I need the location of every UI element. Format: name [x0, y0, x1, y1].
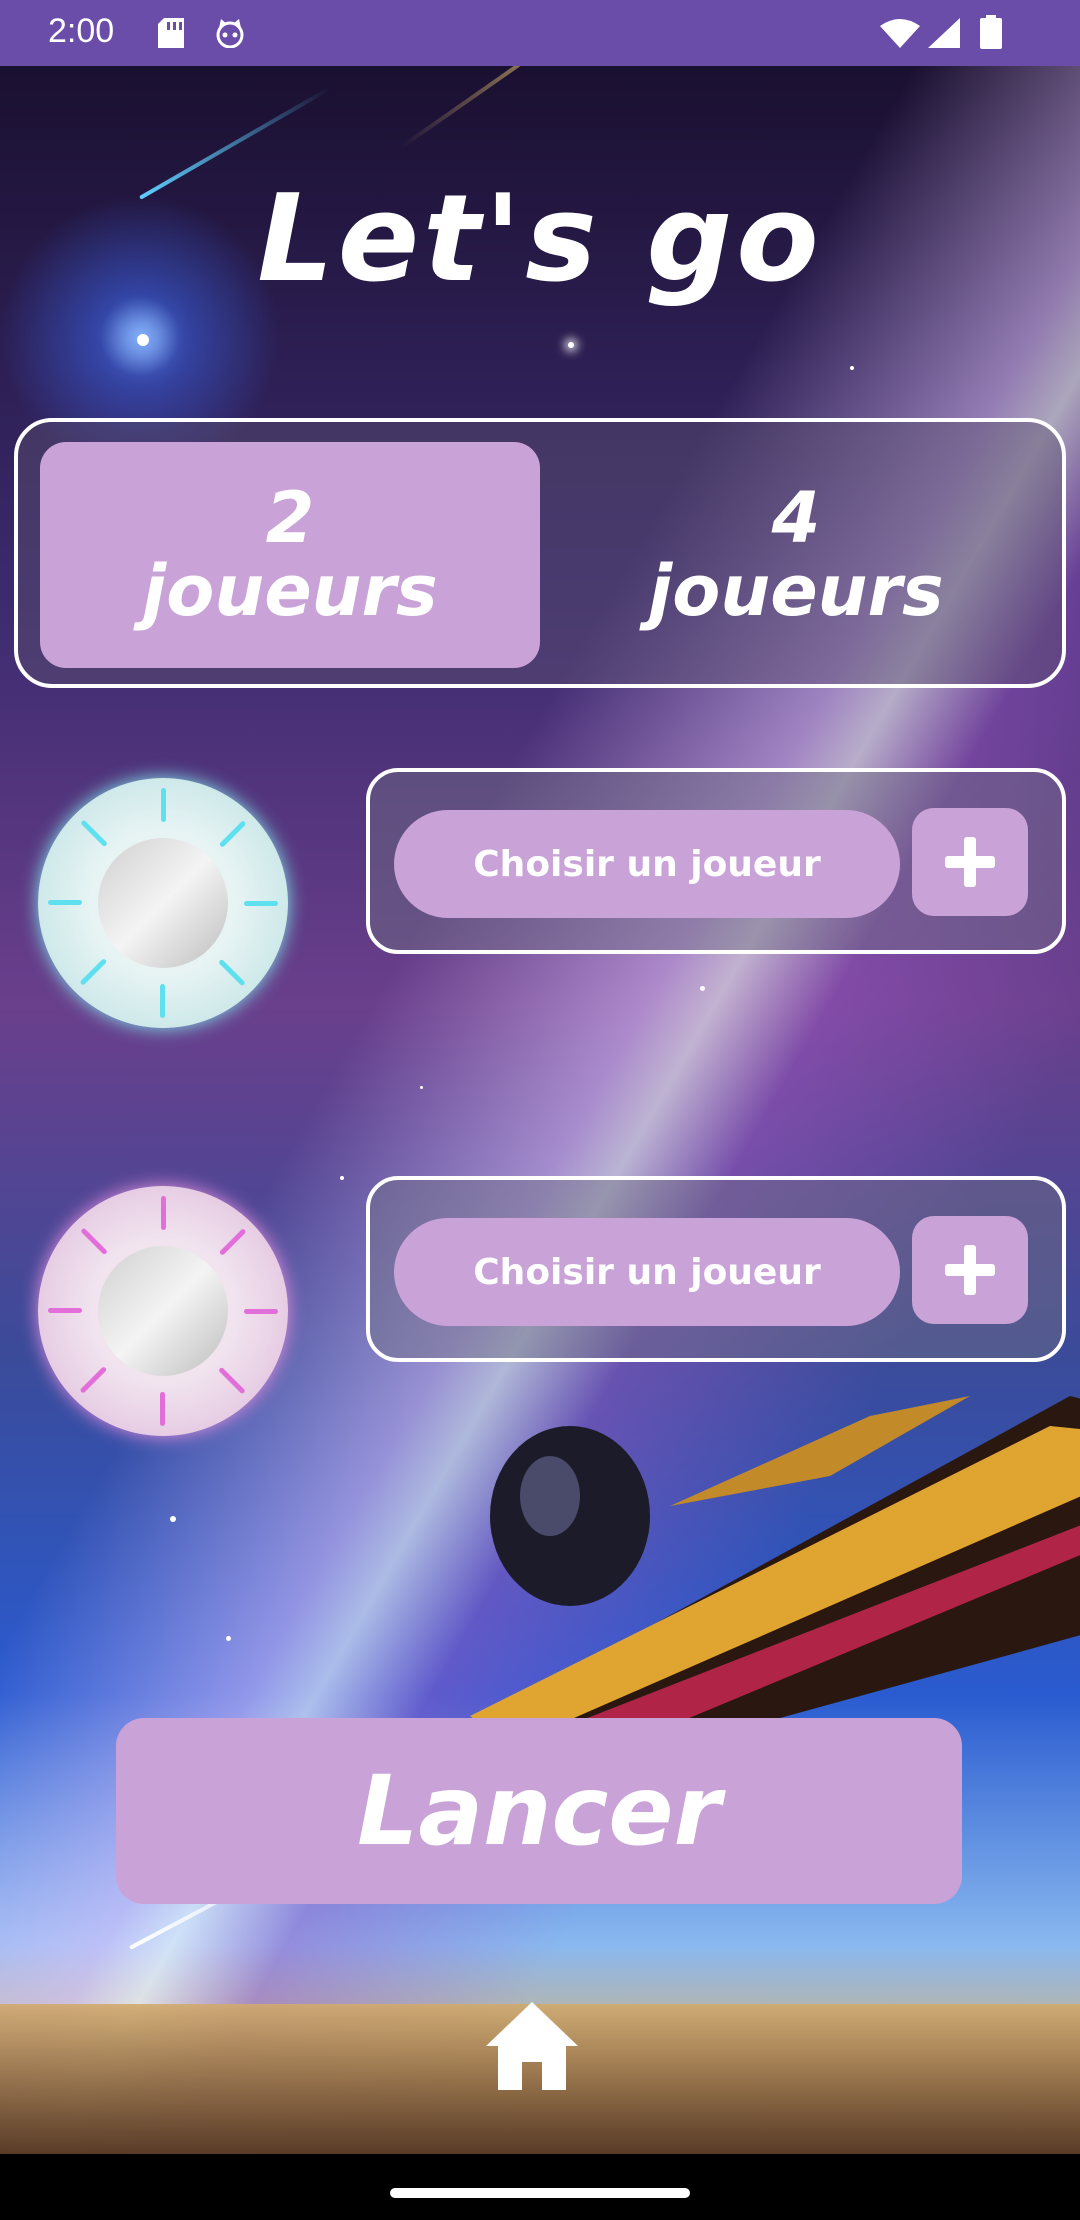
player-2-avatar — [38, 1186, 288, 1436]
signal-icon — [928, 18, 960, 48]
spaceship-illustration — [450, 1396, 1080, 1776]
player-1-avatar — [38, 778, 288, 1028]
wifi-icon — [880, 19, 920, 48]
player-1-slot: Choisir un joueur — [366, 768, 1066, 954]
navigation-bar — [0, 2154, 1080, 2220]
player-2-slot: Choisir un joueur — [366, 1176, 1066, 1362]
page-title: Let's go — [257, 170, 823, 309]
player-1-add-button[interactable] — [912, 808, 1028, 916]
home-gesture-handle[interactable] — [390, 2188, 690, 2198]
cat-icon — [216, 19, 244, 48]
status-time: 2:00 — [48, 12, 115, 50]
player-count-selector: 2 joueurs 4 joueurs — [14, 418, 1066, 688]
two-players-number: 2 — [265, 476, 315, 559]
player-1-choose-button[interactable]: Choisir un joueur — [394, 810, 900, 918]
four-players-label: joueurs — [648, 550, 944, 632]
player-2-choose-button[interactable]: Choisir un joueur — [394, 1218, 900, 1326]
status-bar: 2:00 — [0, 0, 1080, 66]
plus-icon — [945, 1245, 995, 1295]
sd-card-icon — [158, 18, 184, 48]
player-2-add-button[interactable] — [912, 1216, 1028, 1324]
four-players-option[interactable]: 4 joueurs — [546, 442, 1046, 668]
plus-icon — [945, 837, 995, 887]
four-players-number: 4 — [771, 476, 821, 559]
home-icon[interactable] — [484, 1998, 580, 2094]
battery-icon — [980, 15, 1002, 49]
two-players-label: joueurs — [142, 550, 438, 632]
two-players-option[interactable]: 2 joueurs — [40, 442, 540, 668]
launch-button[interactable]: Lancer — [116, 1718, 962, 1904]
